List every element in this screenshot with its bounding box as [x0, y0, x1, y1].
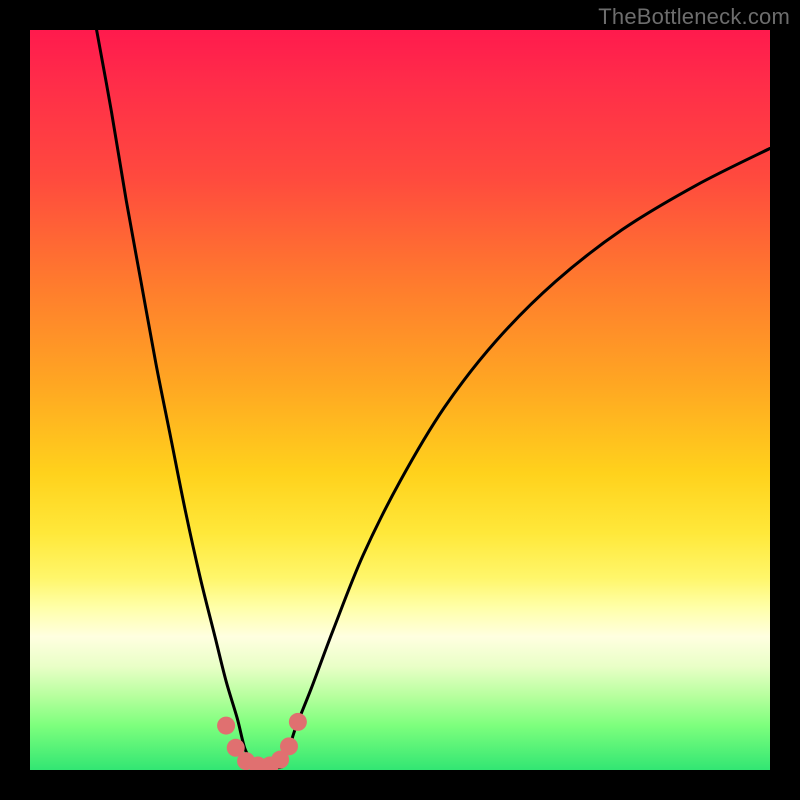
watermark-text: TheBottleneck.com [598, 4, 790, 30]
floor-marker [289, 713, 307, 731]
curve-layer [30, 30, 770, 770]
chart-frame: TheBottleneck.com [0, 0, 800, 800]
plot-area [30, 30, 770, 770]
floor-marker [280, 737, 298, 755]
bottleneck-curve [97, 30, 770, 768]
floor-marker [217, 717, 235, 735]
